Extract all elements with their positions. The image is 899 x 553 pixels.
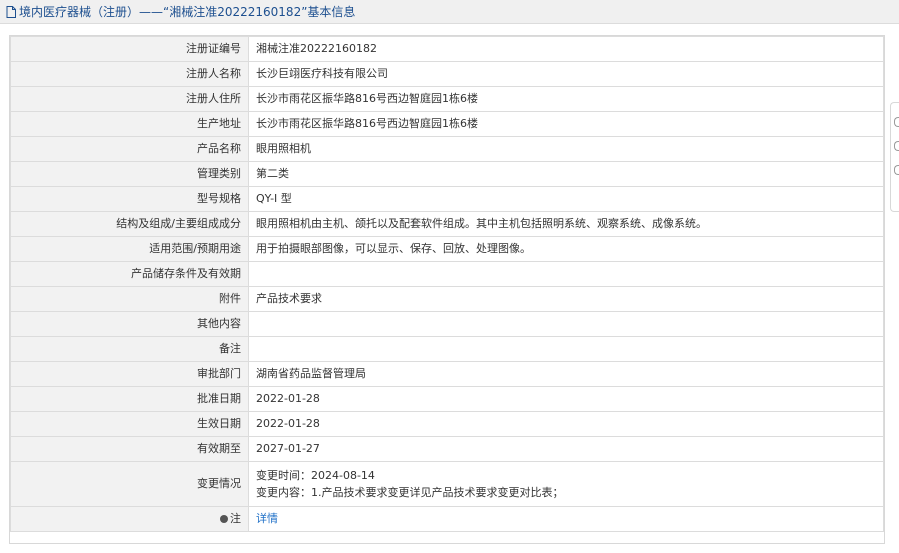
field-label: 产品名称 xyxy=(10,136,249,162)
field-value: 用于拍摄眼部图像，可以显示、保存、回放、处理图像。 xyxy=(248,236,884,262)
field-label: 有效期至 xyxy=(10,436,249,462)
table-row: 注册人名称 长沙巨翊医疗科技有限公司 xyxy=(10,61,884,87)
field-label: 其他内容 xyxy=(10,311,249,337)
table-row: 生产地址 长沙市雨花区振华路816号西边智庭园1栋6楼 xyxy=(10,111,884,137)
pin-icon xyxy=(220,515,228,523)
field-label: 生效日期 xyxy=(10,411,249,437)
table-row: 其他内容 xyxy=(10,311,884,337)
table-row-note: 注 详情 xyxy=(10,506,884,532)
field-value: 长沙巨翊医疗科技有限公司 xyxy=(248,61,884,87)
field-value: 长沙市雨花区振华路816号西边智庭园1栋6楼 xyxy=(248,111,884,137)
document-icon xyxy=(6,5,16,18)
table-row: 管理类别 第二类 xyxy=(10,161,884,187)
page-title: 境内医疗器械（注册）——“湘械注准20222160182”基本信息 xyxy=(19,5,356,19)
field-label: 注册人名称 xyxy=(10,61,249,87)
field-value: 眼用照相机由主机、颌托以及配套软件组成。其中主机包括照明系统、观察系统、成像系统… xyxy=(248,211,884,237)
table-row: 型号规格 QY-I 型 xyxy=(10,186,884,212)
field-value: 湖南省药品监督管理局 xyxy=(248,361,884,387)
table-row: 产品名称 眼用照相机 xyxy=(10,136,884,162)
field-value: 湘械注准20222160182 xyxy=(248,36,884,62)
field-label: 结构及组成/主要组成成分 xyxy=(10,211,249,237)
field-label: 注册证编号 xyxy=(10,36,249,62)
field-label: 适用范围/预期用途 xyxy=(10,236,249,262)
side-tab-icon-1[interactable] xyxy=(894,117,899,127)
table-row: 适用范围/预期用途 用于拍摄眼部图像，可以显示、保存、回放、处理图像。 xyxy=(10,236,884,262)
field-label: 备注 xyxy=(10,336,249,362)
field-value xyxy=(248,336,884,362)
field-label: 生产地址 xyxy=(10,111,249,137)
field-label: 型号规格 xyxy=(10,186,249,212)
note-label-cell: 注 xyxy=(10,506,249,532)
field-value: 长沙市雨花区振华路816号西边智庭园1栋6楼 xyxy=(248,86,884,112)
field-label: 审批部门 xyxy=(10,361,249,387)
field-value: 第二类 xyxy=(248,161,884,187)
table-row: 产品储存条件及有效期 xyxy=(10,261,884,287)
info-panel: 注册证编号 湘械注准20222160182 注册人名称 长沙巨翊医疗科技有限公司 注册人… xyxy=(9,35,885,544)
field-value xyxy=(248,261,884,287)
field-label: 附件 xyxy=(10,286,249,312)
field-value: QY-I 型 xyxy=(248,186,884,212)
field-label: 注 xyxy=(230,512,241,525)
side-toolbar-tab[interactable] xyxy=(890,102,899,212)
table-row: 审批部门 湖南省药品监督管理局 xyxy=(10,361,884,387)
info-table: 注册证编号 湘械注准20222160182 注册人名称 长沙巨翊医疗科技有限公司 注册人… xyxy=(10,36,884,532)
page-header: 境内医疗器械（注册）——“湘械注准20222160182”基本信息 xyxy=(0,0,899,24)
table-row: 有效期至 2027-01-27 xyxy=(10,436,884,462)
field-label: 批准日期 xyxy=(10,386,249,412)
table-row: 附件 产品技术要求 xyxy=(10,286,884,312)
change-details: 变更时间：2024-08-14 变更内容：1.产品技术要求变更详见产品技术要求变更… xyxy=(248,461,884,507)
change-time: 变更时间：2024-08-14 xyxy=(256,469,375,482)
field-value: 眼用照相机 xyxy=(248,136,884,162)
table-row: 注册人住所 长沙市雨花区振华路816号西边智庭园1栋6楼 xyxy=(10,86,884,112)
table-row-change: 变更情况 变更时间：2024-08-14 变更内容：1.产品技术要求变更详见产品技术… xyxy=(10,461,884,507)
table-row: 结构及组成/主要组成成分 眼用照相机由主机、颌托以及配套软件组成。其中主机包括照明… xyxy=(10,211,884,237)
field-value: 详情 xyxy=(248,506,884,532)
field-value xyxy=(248,311,884,337)
field-value: 2027-01-27 xyxy=(248,436,884,462)
table-row: 批准日期 2022-01-28 xyxy=(10,386,884,412)
field-label: 产品储存条件及有效期 xyxy=(10,261,249,287)
change-content: 变更内容：1.产品技术要求变更详见产品技术要求变更对比表； xyxy=(256,486,564,499)
field-label: 管理类别 xyxy=(10,161,249,187)
field-value: 2022-01-28 xyxy=(248,386,884,412)
field-value: 产品技术要求 xyxy=(248,286,884,312)
field-label: 注册人住所 xyxy=(10,86,249,112)
field-value: 2022-01-28 xyxy=(248,411,884,437)
side-tab-icon-2[interactable] xyxy=(894,141,899,151)
table-row: 注册证编号 湘械注准20222160182 xyxy=(10,36,884,62)
side-tab-icon-3[interactable] xyxy=(894,165,899,175)
field-label: 变更情况 xyxy=(10,461,249,507)
table-row: 备注 xyxy=(10,336,884,362)
table-row: 生效日期 2022-01-28 xyxy=(10,411,884,437)
details-link[interactable]: 详情 xyxy=(256,512,278,525)
